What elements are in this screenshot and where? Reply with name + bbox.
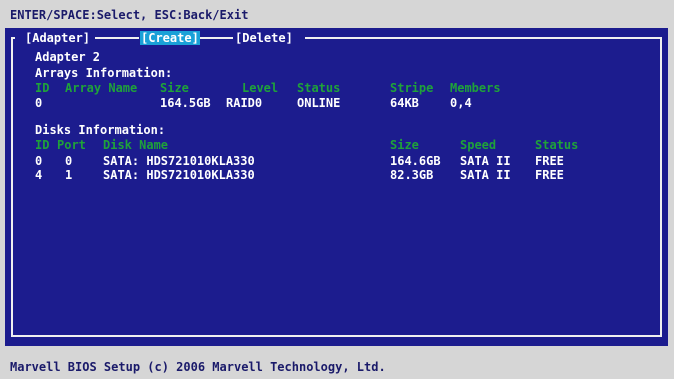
disks-heading: Disks Information: (35, 123, 166, 137)
disks-col-speed: Speed (460, 138, 497, 152)
disks-col-disk-name: Disk Name (103, 138, 169, 152)
disk-name: SATA: HDS721010KLA330 (103, 154, 255, 168)
arrays-col-id: ID (35, 81, 50, 95)
arrays-heading: Arrays Information: (35, 66, 173, 80)
tab-delete[interactable]: [Delete] (235, 31, 293, 45)
disks-col-status: Status (535, 138, 579, 152)
top-hint-bar: ENTER/SPACE:Select, ESC:Back/Exit (0, 0, 674, 28)
arrays-col-members: Members (450, 81, 501, 95)
disk-id: 0 (35, 154, 43, 168)
adapter-title: Adapter 2 (35, 50, 101, 64)
key-hint-text: ENTER/SPACE:Select, ESC:Back/Exit (10, 8, 249, 22)
frame-left-border (11, 37, 13, 337)
disk-status: FREE (535, 168, 564, 182)
disk-size: 164.6GB (390, 154, 441, 168)
main-panel: [Adapter] [Create] [Delete] Adapter 2 Ar… (5, 28, 668, 346)
disks-col-id: ID (35, 138, 50, 152)
arrays-col-stripe: Stripe (390, 81, 434, 95)
tab-create[interactable]: [Create] (140, 31, 200, 45)
disk-name: SATA: HDS721010KLA330 (103, 168, 255, 182)
array-members: 0,4 (450, 96, 472, 110)
disk-id: 4 (35, 168, 43, 182)
copyright-text: Marvell BIOS Setup (c) 2006 Marvell Tech… (10, 360, 386, 374)
frame-top-segment (197, 37, 233, 39)
frame-right-border (660, 37, 662, 337)
array-size: 164.5GB (160, 96, 211, 110)
disk-status: FREE (535, 154, 564, 168)
array-status: ONLINE (297, 96, 341, 110)
array-id: 0 (35, 96, 43, 110)
disk-port: 1 (65, 168, 73, 182)
bottom-status-bar: Marvell BIOS Setup (c) 2006 Marvell Tech… (0, 348, 674, 379)
disks-col-size: Size (390, 138, 419, 152)
arrays-col-level: Level (242, 81, 279, 95)
disk-port: 0 (65, 154, 73, 168)
array-stripe: 64KB (390, 96, 419, 110)
arrays-col-status: Status (297, 81, 341, 95)
disk-size: 82.3GB (390, 168, 434, 182)
arrays-col-array-name: Array Name (65, 81, 138, 95)
array-level: RAID0 (226, 96, 263, 110)
tab-adapter[interactable]: [Adapter] (25, 31, 90, 45)
arrays-col-size: Size (160, 81, 189, 95)
disks-col-port: Port (57, 138, 86, 152)
frame-top-segment (95, 37, 139, 39)
frame-top-segment (305, 37, 662, 39)
frame-bottom-border (11, 335, 662, 337)
disk-speed: SATA II (460, 154, 511, 168)
disk-speed: SATA II (460, 168, 511, 182)
